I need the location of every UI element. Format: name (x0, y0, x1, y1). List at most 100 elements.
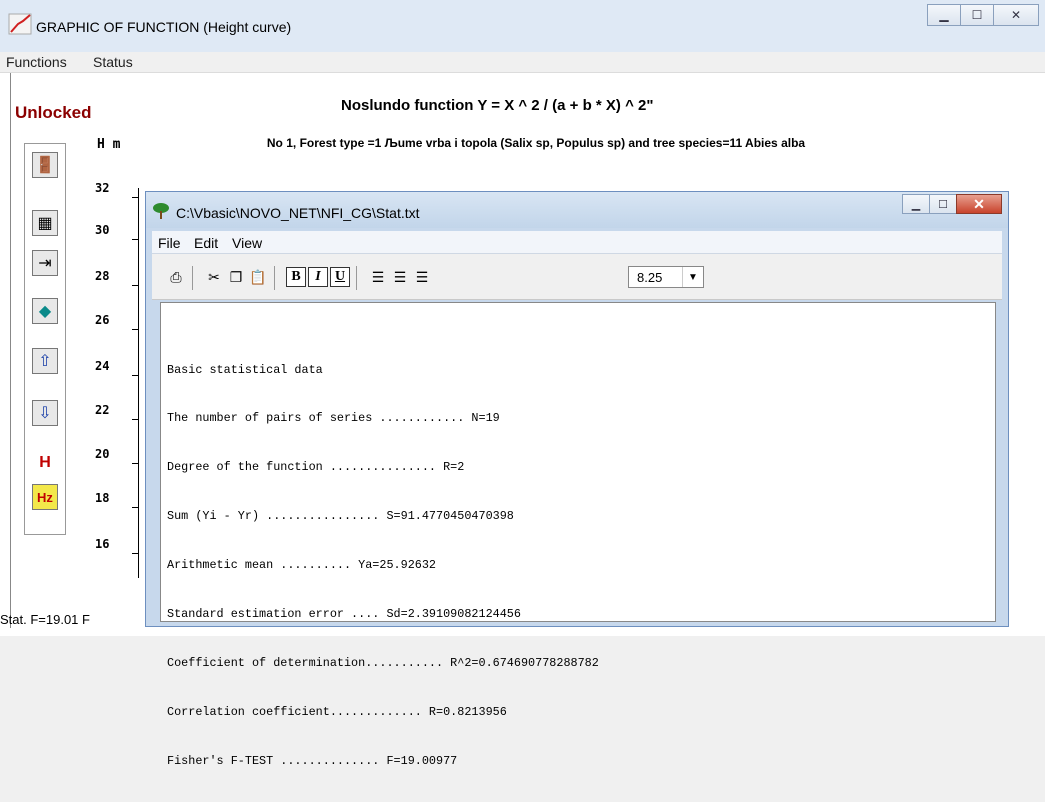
hz-button[interactable]: Hz (32, 484, 58, 510)
close-button[interactable]: ✕ (993, 4, 1039, 26)
arrow-down-button[interactable]: ⇩ (32, 400, 58, 426)
y-tick (132, 375, 138, 376)
chevron-down-icon[interactable]: ▼ (682, 267, 703, 287)
toolbar-separator (274, 266, 275, 290)
copy-button[interactable]: ❐ (226, 267, 246, 287)
toolbar-separator (356, 266, 357, 290)
minimize-button[interactable]: ▁ (927, 4, 961, 26)
y-tick (132, 197, 138, 198)
arrow-down-icon: ⇩ (38, 405, 52, 422)
close-icon: ✕ (1010, 8, 1022, 22)
y-tick (132, 507, 138, 508)
y-tick (132, 463, 138, 464)
print-button[interactable]: ⎙ (166, 267, 186, 287)
y-tick (132, 329, 138, 330)
stat-line: Coefficient of determination........... … (167, 655, 599, 670)
maximize-button[interactable]: ☐ (960, 4, 994, 26)
function-subtitle: No 1, Forest type =1 Љume vrba i topola … (266, 136, 806, 150)
align-left-icon: ☰ (371, 268, 385, 285)
arrow-up-icon: ⇧ (38, 353, 52, 370)
italic-button[interactable]: I (308, 267, 328, 287)
y-tick-label: 18 (95, 491, 110, 505)
window-title: GRAPHIC OF FUNCTION (Height curve) (36, 19, 292, 35)
stat-line: Sum (Yi - Yr) ................ S=91.4770… (167, 509, 514, 524)
menu-file[interactable]: File (158, 235, 181, 251)
bold-button[interactable]: B (286, 267, 306, 287)
font-size-select[interactable]: 8.25 ▼ (628, 266, 704, 288)
align-center-icon: ☰ (393, 268, 407, 285)
copy-icon: ❐ (229, 268, 243, 285)
maximize-icon: ☐ (938, 198, 948, 211)
y-tick-label: 32 (95, 181, 110, 195)
stat-lines: Basic statistical data The number of pai… (167, 329, 599, 802)
title-bar[interactable]: GRAPHIC OF FUNCTION (Height curve) ▁ ☐ ✕ (0, 0, 1045, 53)
menu-status[interactable]: Status (93, 54, 133, 70)
y-tick (132, 239, 138, 240)
align-left-button[interactable]: ☰ (368, 267, 388, 287)
toolbar-separator (192, 266, 193, 290)
main-window: GRAPHIC OF FUNCTION (Height curve) ▁ ☐ ✕… (0, 0, 1045, 768)
minimize-icon: ▁ (939, 8, 949, 22)
child-close-button[interactable]: ✕ (956, 194, 1002, 214)
menu-edit[interactable]: Edit (194, 235, 218, 251)
paste-button[interactable]: 📋 (248, 267, 268, 287)
child-menu-bar: File Edit View (152, 231, 1002, 254)
stat-line: Arithmetic mean .......... Ya=25.92632 (167, 558, 437, 573)
y-tick (132, 419, 138, 420)
stat-text-area[interactable]: Basic statistical data The number of pai… (160, 302, 996, 768)
import-button[interactable]: ⇥ (32, 250, 58, 276)
menu-bar: Functions Status (0, 52, 1045, 73)
cut-button[interactable]: ✂ (204, 267, 224, 287)
align-right-icon: ☰ (415, 268, 429, 285)
scissors-icon: ✂ (208, 268, 220, 285)
stat-line: Basic statistical data (167, 362, 323, 377)
align-right-button[interactable]: ☰ (412, 267, 432, 287)
child-title-bar[interactable]: C:\Vbasic\NOVO_NET\NFI_CG\Stat.txt ▁ ☐ ✕ (146, 192, 1008, 228)
close-icon: ✕ (973, 195, 985, 212)
child-window-title: C:\Vbasic\NOVO_NET\NFI_CG\Stat.txt (176, 205, 420, 221)
exit-button[interactable]: 🚪 (32, 152, 58, 178)
diamond-icon: ◆ (38, 303, 52, 320)
align-center-button[interactable]: ☰ (390, 267, 410, 287)
y-tick-label: 22 (95, 403, 110, 417)
arrow-up-button[interactable]: ⇧ (32, 348, 58, 374)
y-tick (132, 285, 138, 286)
y-tick (132, 553, 138, 554)
stat-line: Degree of the function ............... R… (167, 460, 465, 475)
y-tick-label: 24 (95, 359, 110, 373)
y-tick-label: 28 (95, 269, 110, 283)
y-tick-label: 26 (95, 313, 110, 327)
stat-line: Standard estimation error .... Sd=2.3910… (167, 607, 521, 622)
menu-functions[interactable]: Functions (6, 54, 67, 70)
properties-button[interactable]: ▦ (32, 210, 58, 236)
font-size-value: 8.25 (637, 270, 663, 285)
y-tick-label: 20 (95, 447, 110, 461)
graph-app-icon (8, 13, 32, 35)
tree-icon (152, 202, 170, 220)
properties-icon: ▦ (37, 215, 53, 232)
y-tick-label: 16 (95, 537, 110, 551)
maximize-icon: ☐ (971, 8, 983, 22)
status-text: Stat. F=19.01 F (0, 612, 90, 627)
y-tick-label: 30 (95, 223, 110, 237)
stat-line: Correlation coefficient............. R=0… (167, 704, 507, 719)
y-axis-line (138, 188, 139, 578)
child-minimize-button[interactable]: ▁ (902, 194, 930, 214)
h-button[interactable]: H (32, 450, 58, 476)
import-icon: ⇥ (38, 255, 52, 272)
stat-text-window: C:\Vbasic\NOVO_NET\NFI_CG\Stat.txt ▁ ☐ ✕… (145, 191, 1009, 768)
child-toolbar: ⎙ ✂ ❐ 📋 B I U ☰ ☰ ☰ 8.25 ▼ (152, 254, 1002, 300)
lock-status: Unlocked (15, 103, 92, 122)
menu-view[interactable]: View (232, 235, 262, 251)
function-title: Noslundo function Y = X ^ 2 / (a + b * X… (341, 97, 654, 114)
stat-line: Fisher's F-TEST .............. F=19.0097… (167, 753, 458, 768)
paste-icon: 📋 (249, 268, 267, 285)
minimize-icon: ▁ (911, 198, 921, 211)
exit-door-icon: 🚪 (35, 157, 55, 174)
printer-icon: ⎙ (170, 268, 182, 285)
y-axis-label: H m (97, 137, 121, 152)
underline-button[interactable]: U (330, 267, 350, 287)
vertical-toolbar: 🚪 ▦ ⇥ ◆ ⇧ ⇩ H Hz (24, 143, 66, 535)
diamond-button[interactable]: ◆ (32, 298, 58, 324)
child-maximize-button[interactable]: ☐ (929, 194, 957, 214)
